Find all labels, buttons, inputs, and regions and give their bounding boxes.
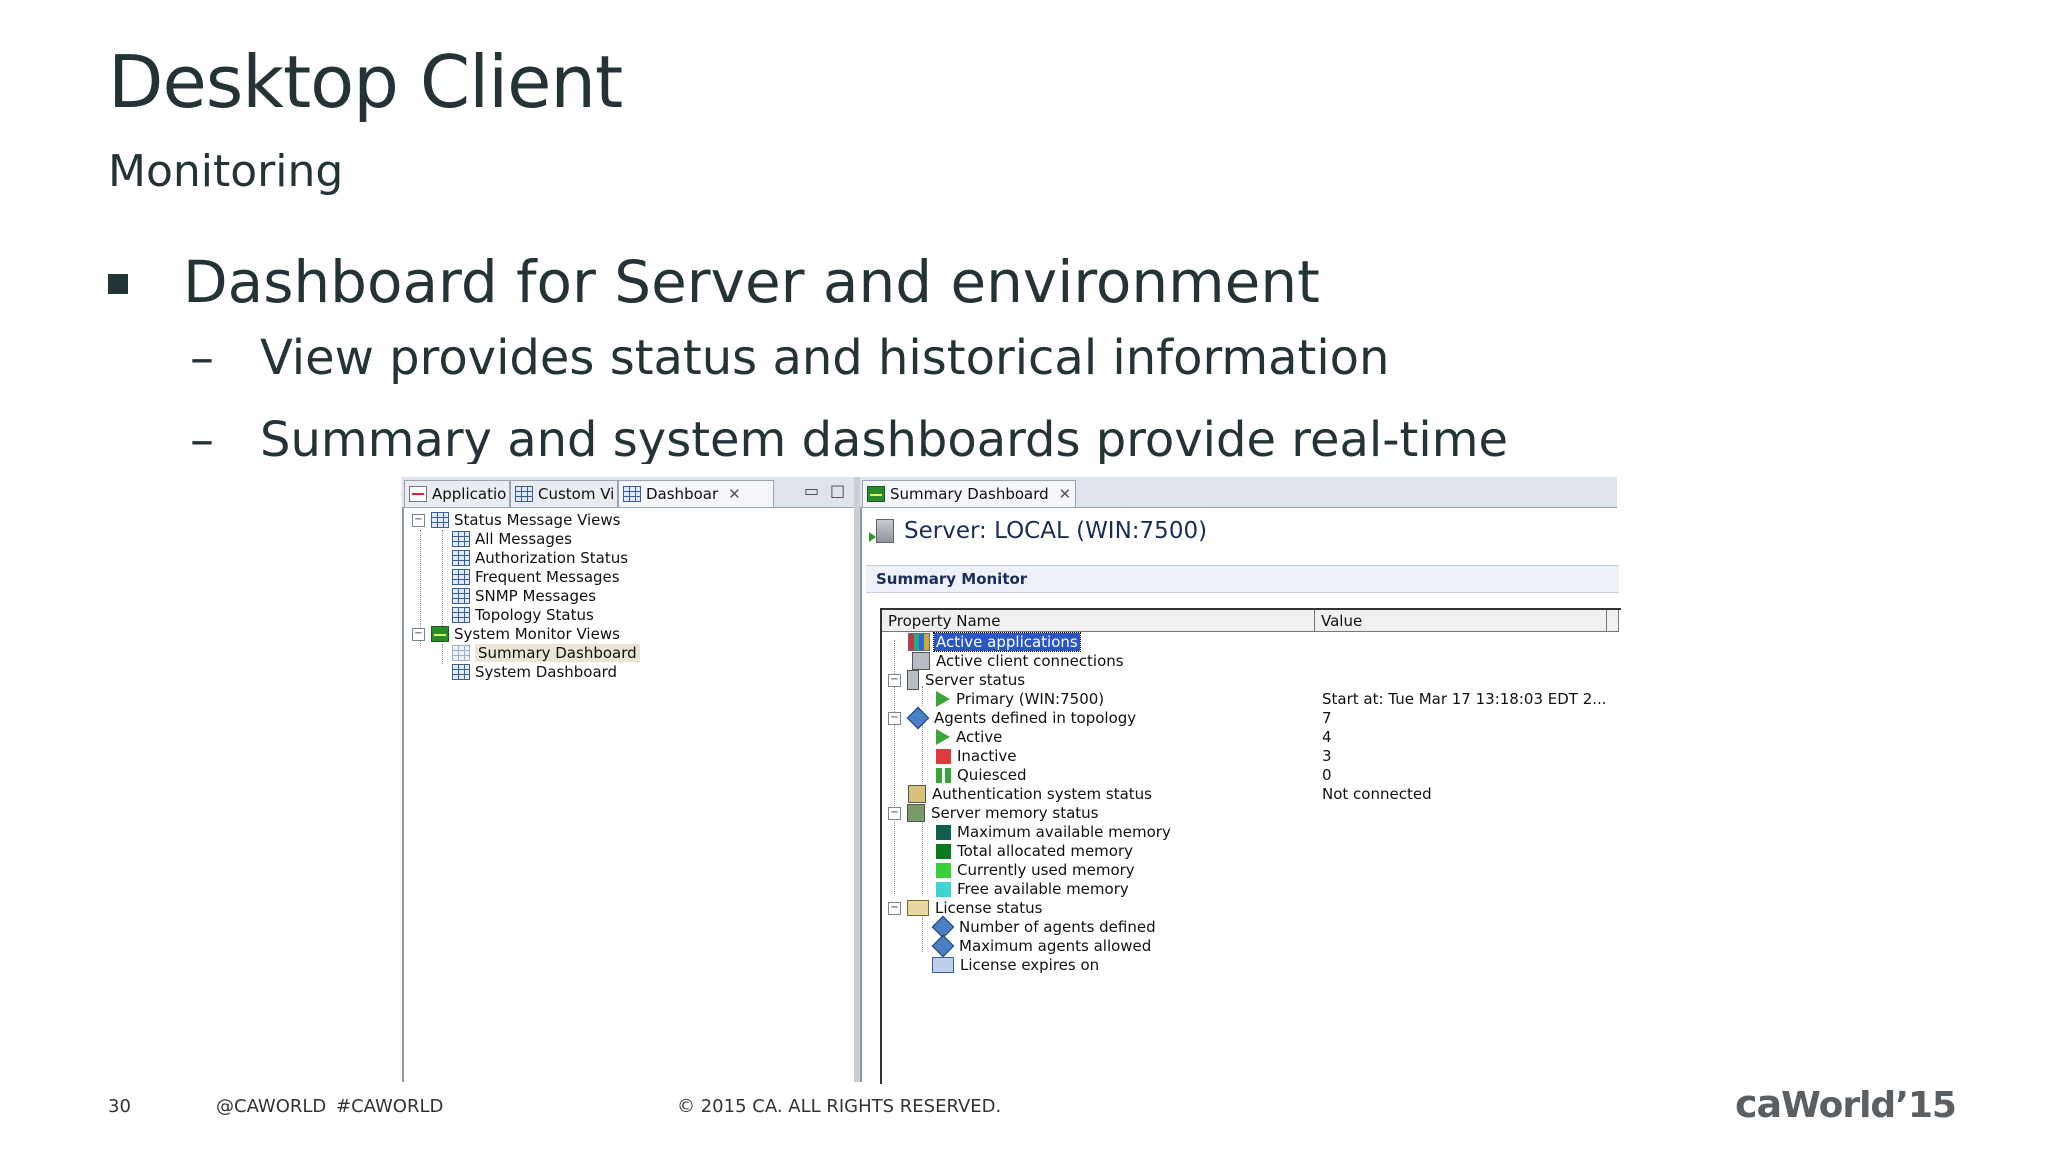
property-value: 3 [1322, 747, 1332, 765]
license-icon [907, 900, 929, 916]
calendar-icon [932, 957, 954, 973]
column-header-property[interactable]: Property Name [882, 610, 1315, 632]
slide-title: Desktop Client [108, 40, 623, 124]
sub-bullet-2: – Summary and system dashboards provide r… [190, 412, 1508, 464]
desktop-client-screenshot: Applicatio Custom Vi Dashboar ✕ ▭ □ − Sta… [402, 477, 1621, 1084]
grid-icon [452, 664, 470, 680]
property-value: 7 [1322, 709, 1332, 727]
copyright: © 2015 CA. ALL RIGHTS RESERVED. [677, 1096, 1002, 1117]
table-row[interactable]: − Agents defined in topology [888, 706, 1136, 730]
table-row[interactable]: License expires on [932, 953, 1099, 977]
monitor-icon [867, 486, 885, 502]
used-memory-swatch-icon [936, 862, 951, 878]
tree-item-system-dashboard[interactable]: System Dashboard [452, 660, 617, 684]
tab-custom-views[interactable]: Custom Vi [510, 480, 618, 507]
social-handle: @CAWORLD [216, 1096, 327, 1117]
property-label: License expires on [960, 956, 1100, 974]
collapse-icon[interactable]: − [888, 673, 901, 687]
dash-icon: – [190, 330, 214, 386]
play-icon [936, 729, 950, 745]
bullet-level1: Dashboard for Server and environment [108, 248, 1320, 316]
grid-icon [452, 550, 470, 566]
monitor-icon [431, 626, 449, 642]
tab-label: Applicatio [432, 485, 507, 503]
collapse-icon[interactable]: − [888, 711, 901, 725]
sub-bullet-2-text: Summary and system dashboards provide re… [260, 412, 1508, 464]
tab-applications[interactable]: Applicatio [404, 480, 510, 507]
tab-label: Summary Dashboard [890, 485, 1049, 503]
max-memory-swatch-icon [936, 824, 951, 840]
sub-bullet-1-text: View provides status and historical info… [260, 330, 1390, 386]
server-icon [869, 519, 894, 543]
close-icon[interactable]: ✕ [728, 485, 741, 503]
minimize-icon[interactable]: ▭ [804, 481, 819, 500]
grid-icon [515, 486, 533, 502]
pause-icon [936, 767, 951, 783]
stop-icon [936, 748, 951, 764]
dash-icon: – [190, 412, 214, 464]
play-icon [936, 691, 950, 707]
slide-subtitle: Monitoring [108, 146, 344, 197]
grid-icon [623, 486, 641, 502]
tab-dashboard[interactable]: Dashboar ✕ [618, 480, 774, 507]
column-header-value[interactable]: Value [1315, 610, 1607, 632]
collapse-icon[interactable]: − [888, 806, 901, 820]
memory-icon [907, 804, 925, 822]
property-value: Not connected [1322, 785, 1432, 803]
server-icon [907, 670, 919, 690]
tab-label: Custom Vi [538, 485, 615, 503]
property-table: Property Name Value Active applications … [880, 608, 1621, 1084]
grid-icon [452, 531, 470, 547]
summary-dashboard-view: Server: LOCAL (WIN:7500) Summary Monitor… [860, 508, 1621, 1084]
right-tab-bar: Summary Dashboard ✕ [860, 477, 1617, 508]
property-value: Start at: Tue Mar 17 13:18:03 EDT 2... [1322, 690, 1607, 708]
caworld-logo: caWorld’15 [1735, 1082, 1957, 1126]
grid-icon [452, 645, 470, 661]
grid-icon [452, 569, 470, 585]
bullet-text: Dashboard for Server and environment [183, 248, 1320, 316]
maximize-icon[interactable]: □ [830, 481, 845, 500]
free-memory-swatch-icon [936, 881, 951, 897]
tab-summary-dashboard[interactable]: Summary Dashboard ✕ [862, 480, 1076, 507]
topology-icon [906, 706, 930, 730]
collapse-icon[interactable]: − [412, 513, 425, 527]
page-number: 30 [108, 1096, 131, 1117]
navigator-tree: − Status Message Views All Messages Auth… [402, 508, 855, 1082]
close-icon[interactable]: ✕ [1059, 485, 1072, 503]
column-header-spare [1607, 610, 1619, 632]
tab-label: Dashboar [646, 485, 719, 503]
left-tab-bar: Applicatio Custom Vi Dashboar ✕ ▭ □ [402, 477, 854, 508]
grid-icon [452, 588, 470, 604]
collapse-icon[interactable]: − [412, 627, 425, 641]
chart-icon [409, 486, 427, 502]
collapse-icon[interactable]: − [888, 901, 901, 915]
section-header[interactable]: Summary Monitor [866, 565, 1619, 593]
sub-bullet-1: – View provides status and historical inf… [190, 330, 1389, 386]
server-title-text: Server: LOCAL (WIN:7500) [904, 518, 1208, 544]
total-memory-swatch-icon [936, 843, 951, 859]
grid-icon [431, 512, 449, 528]
server-title: Server: LOCAL (WIN:7500) [869, 518, 1208, 544]
social-hashtag: #CAWORLD [336, 1096, 444, 1117]
property-value: 0 [1322, 766, 1332, 784]
property-value: 4 [1322, 728, 1332, 746]
tree-item-label: System Dashboard [475, 663, 618, 681]
bullet-square-icon [108, 274, 128, 294]
grid-icon [452, 607, 470, 623]
